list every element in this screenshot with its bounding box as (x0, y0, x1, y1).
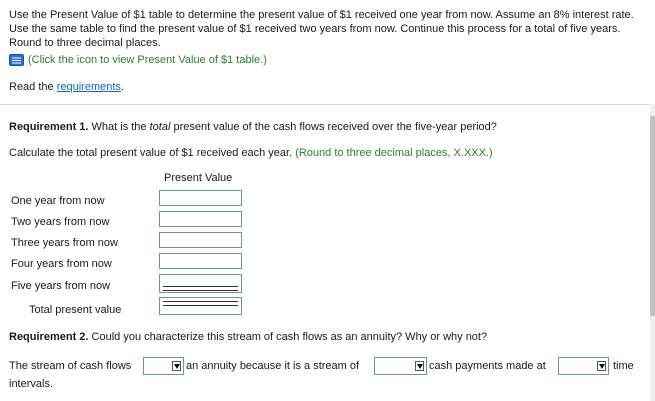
read-requirements: Read the requirements. (9, 81, 124, 93)
present-value-header: Present Value (164, 172, 233, 184)
interval-type-dropdown[interactable] (558, 357, 609, 375)
annuity-text-2: an annuity because it is a stream of (186, 360, 360, 372)
requirement-1: Requirement 1. What is the total present… (9, 121, 497, 133)
table-icon[interactable] (9, 54, 24, 66)
total-double-underline (163, 301, 238, 306)
pv-input-year-4[interactable] (159, 253, 242, 269)
pv-input-year-2[interactable] (159, 211, 242, 227)
annuity-is-dropdown[interactable] (143, 357, 184, 375)
annuity-text-4: time (613, 360, 634, 372)
scrollbar-thumb[interactable] (650, 116, 655, 316)
annuity-text-3: cash payments made at (429, 360, 546, 372)
section-divider (0, 104, 650, 105)
chevron-down-icon[interactable] (597, 361, 606, 371)
requirements-link[interactable]: requirements (57, 81, 121, 93)
sum-underline (163, 286, 238, 291)
requirement-1-label: Requirement 1. (9, 121, 89, 133)
chevron-down-icon[interactable] (172, 361, 181, 371)
row-label-year-3: Three years from now (11, 237, 118, 249)
row-label-year-2: Two years from now (11, 216, 110, 228)
table-hint-label[interactable]: (Click the icon to view Present Value of… (28, 54, 267, 66)
annuity-text-5: intervals. (9, 378, 54, 390)
row-label-year-1: One year from now (11, 195, 105, 207)
total-present-value-label: Total present value (29, 304, 122, 316)
pv-input-year-3[interactable] (159, 232, 242, 248)
table-hint[interactable]: (Click the icon to view Present Value of… (9, 54, 267, 66)
requirement-2-label: Requirement 2. (9, 331, 89, 343)
annuity-text-1: The stream of cash flows (9, 360, 132, 372)
requirement-2: Requirement 2. Could you characterize th… (9, 331, 488, 343)
rounding-hint: (Round to three decimal places, X.XXX.) (295, 147, 493, 159)
row-label-year-4: Four years from now (11, 258, 112, 270)
chevron-down-icon[interactable] (415, 361, 424, 371)
calc-instruction: Calculate the total present value of $1 … (9, 147, 493, 159)
pv-input-year-5[interactable] (159, 274, 242, 293)
total-present-value-input[interactable] (159, 297, 242, 315)
payment-type-dropdown[interactable] (374, 357, 427, 375)
row-label-year-5: Five years from now (11, 280, 111, 292)
instructions-text: Use the Present Value of $1 table to det… (9, 9, 634, 49)
pv-input-year-1[interactable] (159, 190, 242, 206)
